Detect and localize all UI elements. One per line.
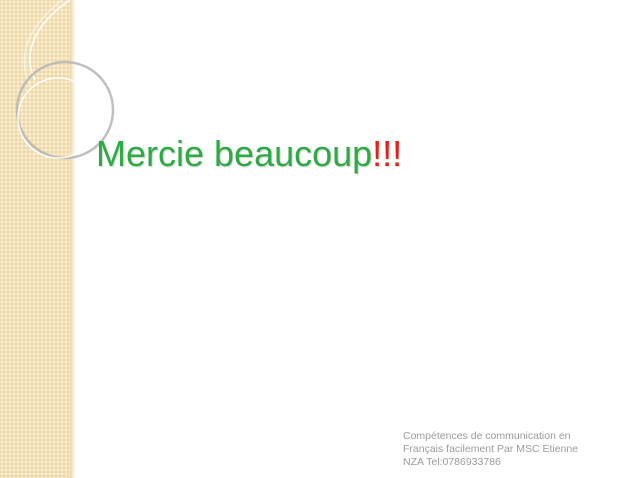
decorative-rings xyxy=(15,0,115,160)
slide-title: Mercie beaucoup!!! xyxy=(96,132,402,176)
footer-line-1: Compétences de communication en xyxy=(403,430,571,442)
footer-line-2: Français facilement Par MSC Etienne xyxy=(403,443,579,455)
slide-footer: Compétences de communication en Français… xyxy=(403,430,623,469)
decorative-ring-upper xyxy=(29,0,71,81)
slide-title-emphasis: !!! xyxy=(372,133,403,174)
slide-title-text: Mercie beaucoup xyxy=(96,133,373,174)
footer-line-3: NZA Tel:0786933786 xyxy=(403,456,501,468)
decorative-ring-medium xyxy=(17,77,99,159)
decorative-ring-upper-inner xyxy=(23,0,63,86)
slide: Mercie beaucoup!!! Compétences de commun… xyxy=(0,0,638,478)
